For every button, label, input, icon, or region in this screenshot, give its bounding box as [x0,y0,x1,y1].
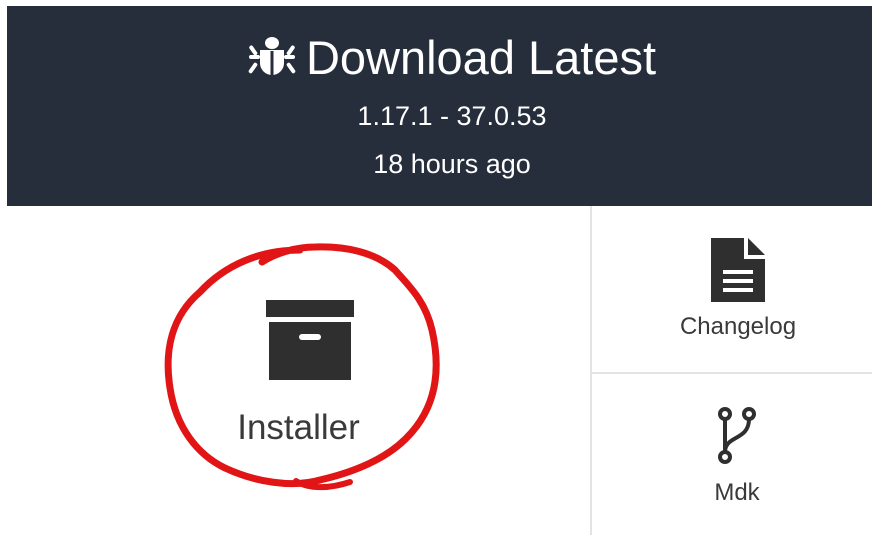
bug-icon [248,37,296,75]
changelog-label: Changelog [679,313,797,340]
changelog-download-button[interactable]: Changelog [592,206,872,372]
mdk-label: Mdk [714,479,760,506]
header-title-row: Download Latest [7,30,872,86]
download-latest-header: Download Latest 1.17.1 - 37.0.53 18 hour… [7,6,872,206]
header-title: Download Latest [305,31,657,84]
download-page: Download Latest 1.17.1 - 37.0.53 18 hour… [0,0,872,535]
git-branch-icon [718,407,756,464]
document-icon [711,238,765,302]
release-time: 18 hours ago [373,149,531,179]
archive-box-icon [266,300,354,380]
installer-download-button[interactable]: Installer [7,206,590,535]
version-text: 1.17.1 - 37.0.53 [357,101,547,131]
mdk-download-button[interactable]: Mdk [592,374,872,535]
installer-label: Installer [237,408,360,447]
